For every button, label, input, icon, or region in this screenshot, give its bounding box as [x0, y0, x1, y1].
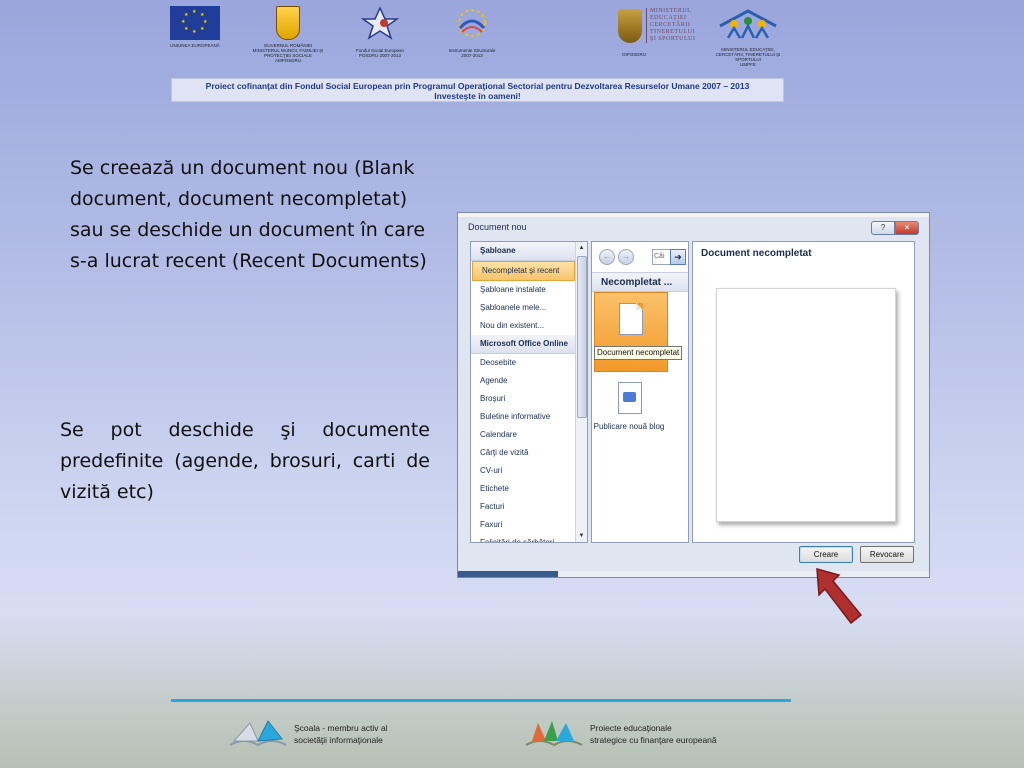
create-button[interactable]: Creare: [799, 546, 853, 563]
blank-document-tile[interactable]: [594, 292, 668, 372]
forward-arrow-icon[interactable]: →: [618, 249, 634, 265]
templates-pane: ← → Căi ➔ Necompletat ... Document necom…: [591, 241, 689, 543]
eu-logo: ★ ★ ★ ★ ★ ★ ★ ★ UNIUNEA EUROPEANĂ: [150, 6, 240, 48]
scroll-up-icon[interactable]: ▲: [576, 242, 587, 254]
category-item[interactable]: CV-uri: [471, 462, 575, 480]
templates-section-header: Necompletat ...: [592, 272, 688, 292]
banner-line: Proiect cofinanţat din Fondul Social Eur…: [205, 81, 750, 91]
tile-tooltip: Document necompletat: [594, 346, 683, 360]
preview-title: Document necompletat: [701, 248, 812, 259]
logo-caption: GUVERNUL ROMÂNIEI MINISTERUL MUNCII, FAM…: [252, 43, 324, 63]
cancel-button[interactable]: Revocare: [860, 546, 914, 563]
scrollbar-thumb[interactable]: [577, 256, 587, 418]
category-item[interactable]: Agende: [471, 372, 575, 390]
logo-caption: Fondul Social European POSDRU 2007-2013: [355, 48, 405, 58]
is-logo: Instrumente Structurale 2007-2013: [427, 6, 517, 58]
search-go-icon[interactable]: ➔: [670, 249, 686, 265]
footer-left-line: societăţii informaţionale: [294, 735, 383, 745]
footer-divider: [171, 699, 791, 702]
logo-caption: Instrumente Structurale 2007-2013: [448, 48, 496, 58]
category-item[interactable]: Buletine informative: [471, 408, 575, 426]
category-item[interactable]: Deosebite: [471, 354, 575, 372]
footer-left-text: Şcoala - membru activ al societăţii info…: [294, 722, 388, 746]
slide-text-templates: Se pot deschide şi documente predefinite…: [60, 419, 430, 503]
taskbar-strip: [458, 571, 558, 577]
help-button[interactable]: ?: [871, 221, 895, 235]
cofinancing-banner: Proiect cofinanţat din Fondul Social Eur…: [171, 78, 784, 102]
category-item[interactable]: Facturi: [471, 498, 575, 516]
star-icon: [360, 6, 400, 40]
preview-pane: Document necompletat: [692, 241, 915, 543]
category-item[interactable]: Cărţi de vizită: [471, 444, 575, 462]
new-document-dialog: Document nou ? × Şabloane Necompletat şi …: [457, 212, 930, 578]
blog-document-icon[interactable]: [618, 382, 642, 414]
open-book-icon: [229, 720, 287, 747]
blank-page-preview: [716, 288, 896, 522]
back-arrow-icon[interactable]: ←: [599, 249, 615, 265]
blank-document-icon: [619, 303, 643, 335]
footer-right-text: Proiecte educaţionale strategice cu fina…: [590, 722, 717, 746]
categories-scrollbar[interactable]: ▲ ▼: [575, 242, 587, 542]
slide-text-new-document: Se creează un document nou (Blank docume…: [70, 157, 427, 272]
dialog-title: Document nou: [468, 222, 527, 232]
ministry-text-line: ŞI SPORTULUI: [650, 36, 696, 42]
background-window-strip: [458, 213, 929, 217]
category-item[interactable]: Calendare: [471, 426, 575, 444]
eu-flag-icon: ★ ★ ★ ★ ★ ★ ★ ★: [170, 6, 220, 40]
colorful-book-icon: [525, 721, 583, 747]
logo-caption: UNIUNEA EUROPEANĂ: [170, 43, 220, 48]
ministry-text-line: TINERETULUI: [650, 29, 695, 35]
scroll-down-icon[interactable]: ▼: [576, 530, 587, 542]
category-item[interactable]: Faxuri: [471, 516, 575, 534]
template-categories-list: Şabloane Necompletat şi recent Şabloane in…: [471, 242, 587, 542]
template-search-input[interactable]: Căi: [652, 249, 671, 265]
banner-slogan: Investeşte în oameni!: [434, 91, 521, 101]
category-item[interactable]: Necompletat şi recent: [472, 261, 575, 281]
romania-crest-icon: [276, 6, 300, 40]
ministry-text-line: MINISTERUL: [650, 8, 692, 14]
ministry-logo: MINISTERUL EDUCAŢIEI CERCETĂRII TINERETU…: [618, 8, 695, 43]
fse-logo: Fondul Social European POSDRU 2007-2013: [335, 6, 425, 58]
category-item[interactable]: Nou din existent...: [471, 317, 575, 335]
ministry-text-line: CERCETĂRII: [650, 22, 691, 28]
category-item[interactable]: Etichete: [471, 480, 575, 498]
pointer-arrow-icon: [816, 567, 863, 625]
category-item[interactable]: Şabloane instalate: [471, 281, 575, 299]
template-nav-row: ← → Căi ➔: [597, 247, 686, 267]
category-item[interactable]: Felicitări de sărbători: [471, 534, 575, 542]
taskbar-strip: [558, 571, 929, 577]
category-item[interactable]: Broşuri: [471, 390, 575, 408]
ministry-text-line: EDUCAŢIEI: [650, 15, 687, 21]
ministry-crest-icon: [618, 8, 642, 43]
close-button[interactable]: ×: [895, 221, 919, 235]
structural-instruments-icon: [458, 9, 486, 37]
logo-caption: OIPOSDRU: [622, 52, 647, 57]
footer-right-line: strategice cu finanţare europeană: [590, 735, 717, 745]
gov-logo: GUVERNUL ROMÂNIEI MINISTERUL MUNCII, FAM…: [243, 6, 333, 63]
house-people-icon: [719, 9, 777, 39]
logo-caption: MINISTERUL EDUCAŢIEI, CERCETĂRII, TINERE…: [715, 47, 781, 67]
ministry-text: MINISTERUL EDUCAŢIEI CERCETĂRII TINERETU…: [646, 8, 695, 43]
title-buttons: ? ×: [871, 221, 919, 235]
footer-left-line: Şcoala - membru activ al: [294, 723, 388, 733]
footer-right-line: Proiecte educaţionale: [590, 723, 672, 733]
category-header: Şabloane: [471, 242, 575, 261]
template-categories-pane: Şabloane Necompletat şi recent Şabloane in…: [470, 241, 588, 543]
speech-bubble-icon: [623, 392, 636, 402]
new-blog-post-label[interactable]: Publicare nouă blog: [592, 422, 666, 432]
category-header: Microsoft Office Online: [471, 335, 575, 354]
category-item[interactable]: Şabloanele mele...: [471, 299, 575, 317]
umpfe-logo: MINISTERUL EDUCAŢIEI, CERCETĂRII, TINERE…: [712, 8, 784, 67]
